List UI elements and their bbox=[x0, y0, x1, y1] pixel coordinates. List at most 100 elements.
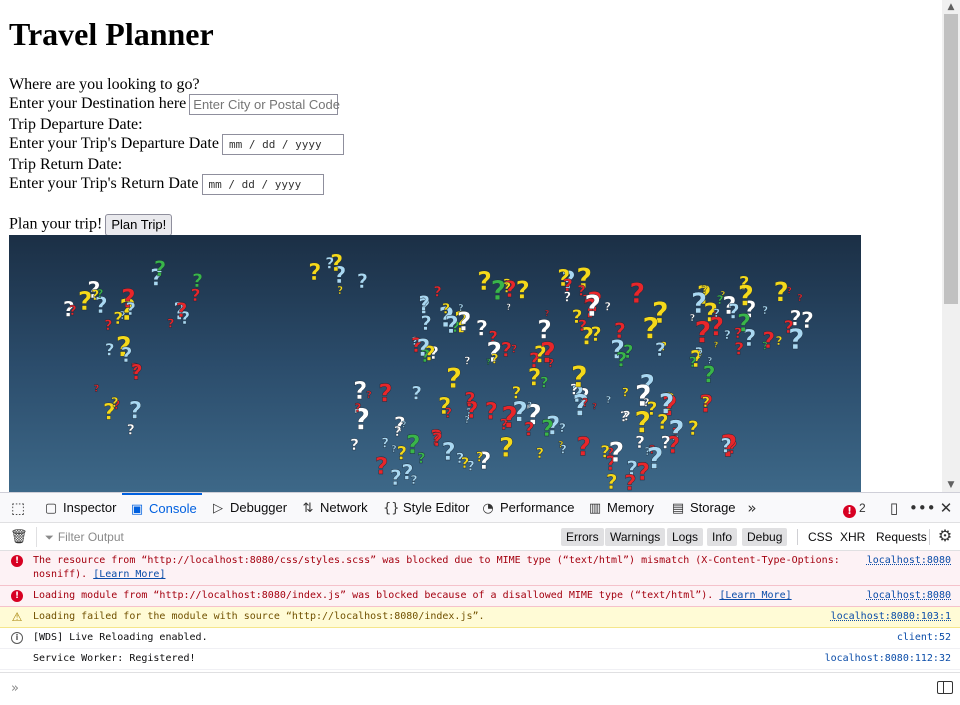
question-mark-shape: ? bbox=[797, 293, 803, 304]
tab-performance[interactable]: ◔ Performance bbox=[480, 493, 574, 523]
scrollbar-thumb[interactable] bbox=[944, 14, 958, 304]
scroll-down-icon[interactable]: ▼ bbox=[942, 478, 960, 492]
question-mark-shape: ? bbox=[690, 313, 696, 324]
learn-more-link[interactable]: [Learn More] bbox=[93, 569, 165, 580]
console-filter-bar: 🗑 ⏷ Filter Output Errors Warnings Logs In… bbox=[0, 523, 960, 551]
question-mark-shape: ? bbox=[476, 451, 483, 466]
return-heading: Trip Return Date: bbox=[9, 156, 123, 173]
question-mark-shape: ? bbox=[126, 299, 136, 320]
responsive-design-icon[interactable]: ▯ bbox=[884, 493, 904, 523]
message-source-link[interactable]: localhost:8080 bbox=[867, 589, 951, 603]
question-mark-shape: ? bbox=[441, 437, 455, 466]
more-options-icon[interactable]: ••• bbox=[909, 493, 936, 523]
question-mark-shape: ? bbox=[623, 342, 634, 363]
question-mark-shape: ? bbox=[655, 339, 666, 361]
message-text: The resource from “http://localhost:8080… bbox=[33, 555, 846, 580]
plan-trip-button[interactable]: Plan Trip! bbox=[105, 214, 173, 236]
question-mark-shape: ? bbox=[337, 285, 343, 297]
question-mark-shape: ? bbox=[689, 355, 697, 371]
question-mark-shape: ? bbox=[558, 441, 563, 451]
question-mark-shape: ? bbox=[127, 423, 135, 439]
message-text: Loading failed for the module with sourc… bbox=[33, 611, 485, 622]
console-prompt-chevron-icon: » bbox=[11, 681, 19, 696]
editor-mode-toggle-icon[interactable] bbox=[937, 681, 953, 694]
filter-info-button[interactable]: Info bbox=[707, 528, 738, 546]
error-icon: ! bbox=[11, 555, 23, 567]
plan-row: Plan your trip! Plan Trip! bbox=[9, 214, 173, 236]
error-count-badge[interactable]: ! 2 bbox=[843, 500, 866, 518]
clear-console-trash-icon[interactable]: 🗑 bbox=[10, 529, 28, 545]
question-mark-shape: ? bbox=[418, 292, 430, 316]
console-settings-gear-icon[interactable]: ⚙ bbox=[935, 521, 955, 551]
tab-storage[interactable]: ▤ Storage bbox=[670, 493, 736, 523]
filter-logs-button[interactable]: Logs bbox=[667, 528, 704, 546]
close-icon[interactable]: ✕ bbox=[936, 493, 956, 523]
tab-network[interactable]: ⇅ Network bbox=[300, 493, 368, 523]
page-scrollbar[interactable]: ▲ ▼ bbox=[942, 0, 960, 492]
departure-date-input[interactable]: mm / dd / yyyy bbox=[221, 134, 344, 155]
destination-input[interactable]: Enter City or Postal Code bbox=[189, 94, 340, 115]
element-picker-icon[interactable]: ⬚ bbox=[8, 493, 28, 523]
message-text: Loading module from “http://localhost:80… bbox=[33, 590, 792, 601]
message-text: Service Worker: Registered! bbox=[33, 653, 196, 664]
question-mark-shape: ? bbox=[390, 466, 402, 490]
filter-errors-button[interactable]: Errors bbox=[561, 528, 604, 546]
question-mark-shape: ? bbox=[698, 348, 703, 359]
question-mark-shape: ? bbox=[714, 340, 719, 350]
filter-warnings-button[interactable]: Warnings bbox=[605, 528, 666, 546]
console-message-warning: ⚠ Loading failed for the module with sou… bbox=[0, 607, 960, 628]
question-mark-shape: ? bbox=[524, 420, 535, 441]
tab-memory[interactable]: ▥ Memory bbox=[587, 493, 654, 523]
question-mark-shape: ? bbox=[464, 355, 470, 367]
filter-separator bbox=[797, 529, 798, 545]
destination-label: Enter your Destination here bbox=[9, 95, 187, 113]
question-mark-shape: ? bbox=[516, 275, 530, 304]
filter-requests-button[interactable]: Requests bbox=[876, 528, 927, 546]
error-icon: ! bbox=[843, 505, 856, 518]
message-source-link[interactable]: localhost:8080 bbox=[867, 554, 951, 568]
filter-css-button[interactable]: CSS bbox=[808, 528, 833, 546]
console-icon: ▣ bbox=[130, 502, 144, 517]
more-tabs-chevron-icon[interactable]: » bbox=[742, 493, 762, 523]
question-mark-shape: ? bbox=[350, 436, 359, 454]
page-title: Travel Planner bbox=[9, 16, 214, 52]
question-mark-shape: ? bbox=[111, 395, 119, 411]
question-mark-shape: ? bbox=[432, 429, 443, 451]
question-mark-shape: ? bbox=[657, 410, 669, 434]
tab-style-editor[interactable]: {} Style Editor bbox=[383, 493, 469, 523]
console-message-error: ! Loading module from “http://localhost:… bbox=[0, 586, 960, 607]
return-label: Enter your Trip's Return Date bbox=[9, 175, 199, 193]
question-mark-shape: ? bbox=[457, 307, 472, 337]
departure-label: Enter your Trip's Departure Date bbox=[9, 135, 219, 153]
devtools-panel: ⬚ ▢ Inspector ▣ Console ▷ Debugger ⇅ Network… bbox=[0, 492, 960, 705]
filter-debug-button[interactable]: Debug bbox=[742, 528, 788, 546]
question-mark-shape: ? bbox=[622, 385, 629, 400]
style-editor-icon: {} bbox=[383, 501, 400, 516]
console-input-row[interactable]: » bbox=[0, 672, 960, 705]
question-mark-shape: ? bbox=[545, 308, 550, 318]
scroll-up-icon[interactable]: ▲ bbox=[942, 0, 960, 14]
tab-debugger[interactable]: ▷ Debugger bbox=[210, 493, 287, 523]
question-mark-shape: ? bbox=[540, 337, 556, 370]
error-icon: ! bbox=[11, 590, 23, 602]
question-mark-shape: ? bbox=[375, 452, 389, 480]
question-mark-shape: ? bbox=[762, 329, 775, 354]
question-mark-shape: ? bbox=[606, 470, 618, 492]
question-mark-shape: ? bbox=[308, 260, 321, 286]
filter-output-input[interactable]: ⏷ Filter Output bbox=[36, 527, 236, 547]
message-source-link[interactable]: client:52 bbox=[897, 631, 951, 645]
message-source-link[interactable]: localhost:8080:112:32 bbox=[825, 652, 951, 666]
question-mark-shape: ? bbox=[720, 434, 732, 457]
tab-inspector[interactable]: ▢ Inspector bbox=[43, 493, 117, 523]
learn-more-link[interactable]: [Learn More] bbox=[719, 590, 791, 601]
message-source-link[interactable]: localhost:8080:103:1 bbox=[831, 610, 951, 624]
question-mark-shape: ? bbox=[801, 308, 814, 334]
return-date-input[interactable]: mm / dd / yyyy bbox=[201, 174, 324, 195]
tab-console[interactable]: ▣ Console bbox=[122, 493, 202, 523]
warning-icon: ⚠ bbox=[11, 610, 23, 624]
question-mark-shape: ? bbox=[485, 399, 498, 425]
debugger-icon: ▷ bbox=[213, 501, 223, 516]
question-mark-shape: ? bbox=[401, 461, 413, 486]
question-mark-shape: ? bbox=[406, 430, 421, 460]
filter-xhr-button[interactable]: XHR bbox=[840, 528, 865, 546]
